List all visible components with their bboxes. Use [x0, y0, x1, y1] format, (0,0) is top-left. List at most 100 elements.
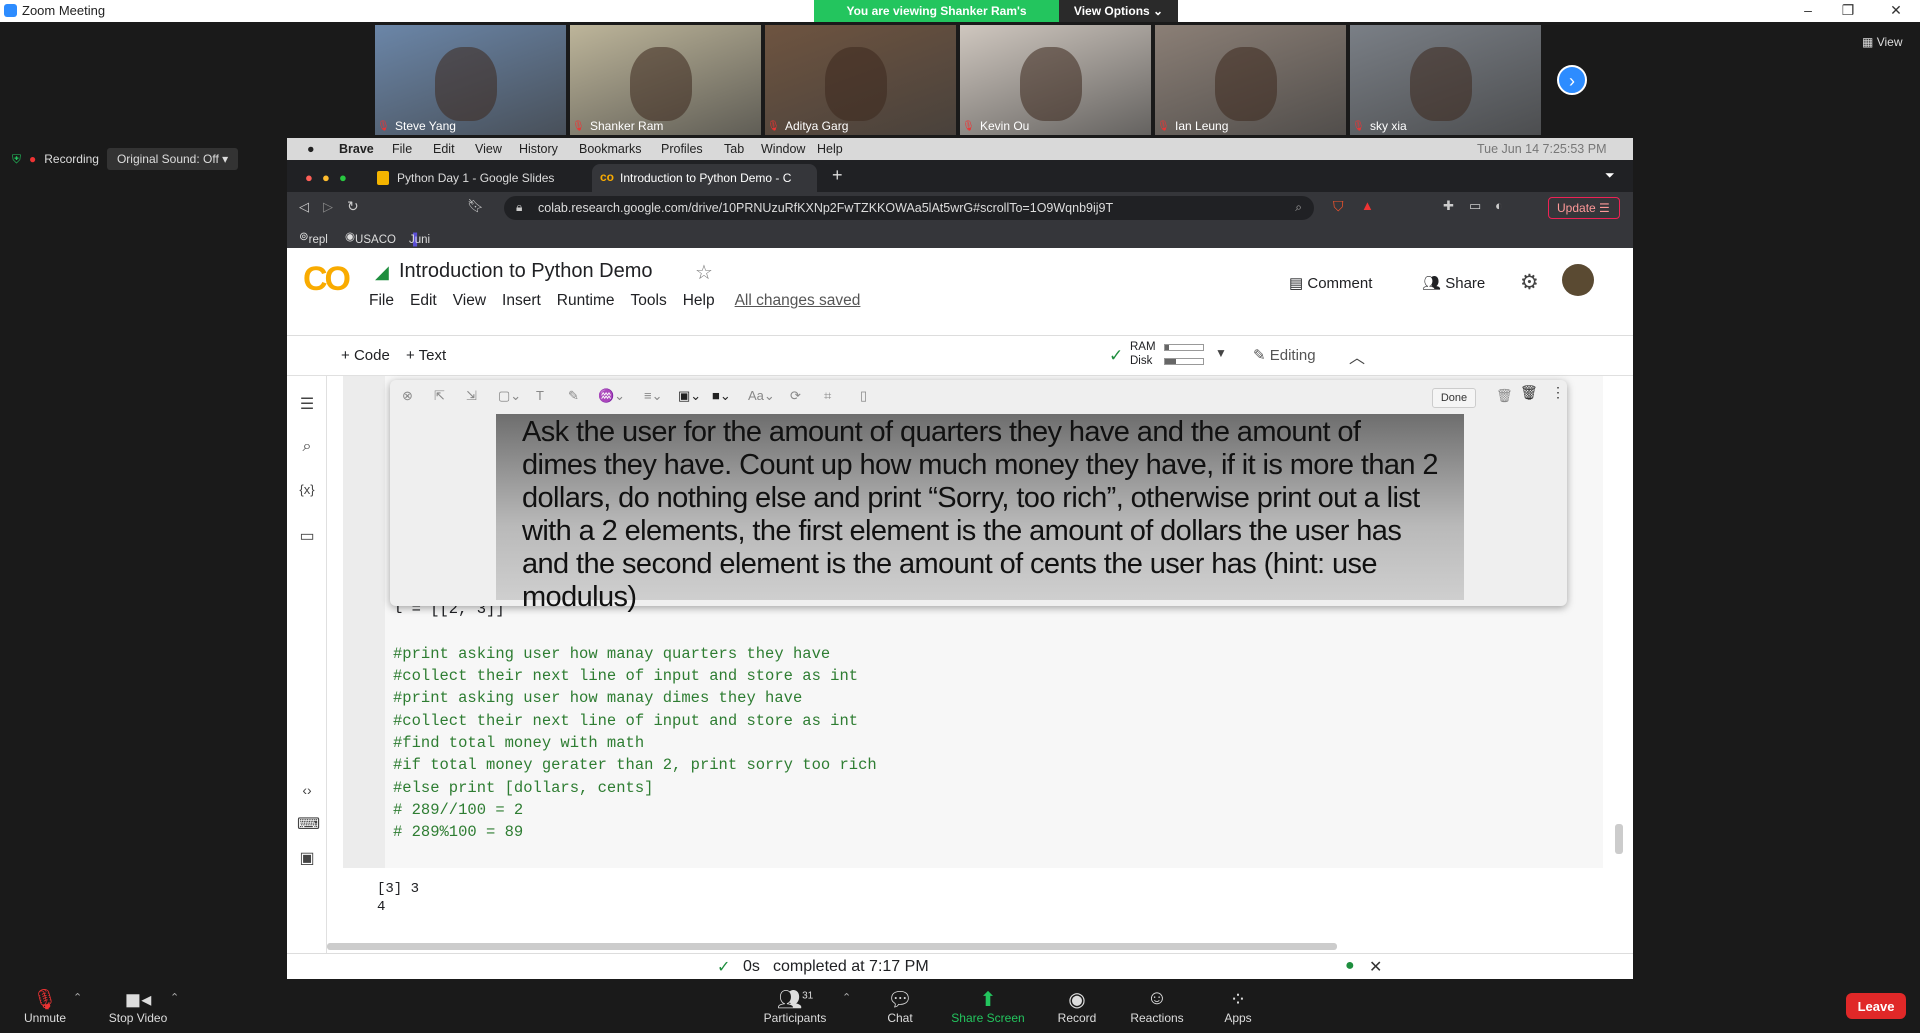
colab-menu-item[interactable]: Tools — [631, 292, 667, 310]
address-bar[interactable]: 🔒︎ colab.research.google.com/drive/10PRN… — [504, 196, 1314, 220]
audio-options-icon[interactable]: ⌃ — [73, 991, 82, 1004]
zoom-lens-icon[interactable]: ⌕ — [1295, 200, 1302, 215]
add-code-button[interactable]: + Code — [341, 347, 390, 364]
record-button[interactable]: ◉ Record — [1055, 987, 1099, 1025]
text-icon[interactable]: T — [536, 388, 544, 403]
horizontal-scrollbar[interactable] — [327, 943, 1337, 950]
crop-icon[interactable]: ⌗ — [824, 388, 831, 404]
video-tile[interactable]: 🎙︎ Aditya Garg — [765, 25, 956, 135]
tab-search-icon[interactable]: ⏷ — [1605, 168, 1615, 183]
terminal-icon[interactable]: ▣ — [297, 848, 317, 868]
comment-button[interactable]: ▤ Comment — [1289, 274, 1372, 292]
stamp-icon[interactable]: ♒⌄ — [598, 388, 625, 404]
draw-icon[interactable]: ✎ — [568, 388, 579, 404]
device-icon[interactable]: ▯ — [860, 388, 867, 404]
command-palette-icon[interactable]: ⌨ — [297, 814, 320, 834]
mac-menu-item[interactable]: Bookmarks — [579, 142, 642, 156]
close-annotation-icon[interactable]: ⊗ — [402, 388, 413, 404]
reactions-button[interactable]: ☺ Reactions — [1128, 987, 1186, 1025]
video-tile[interactable]: 🎙︎ Steve Yang — [375, 25, 566, 135]
wallet-icon[interactable]: ▭ — [1469, 198, 1481, 214]
forward-icon[interactable]: ▷ — [323, 199, 333, 215]
mouse-icon[interactable]: ⇱ — [434, 388, 445, 404]
extensions-icon[interactable]: ✚ — [1443, 198, 1454, 214]
mac-menu-item[interactable]: File — [392, 142, 412, 156]
line-width-icon[interactable]: ≡⌄ — [644, 388, 662, 404]
leave-button[interactable]: Leave — [1846, 993, 1906, 1019]
minimize-window-icon[interactable]: ● — [322, 170, 330, 185]
video-tile[interactable]: 🎙︎ sky xia — [1350, 25, 1541, 135]
close-window-icon[interactable]: ● — [305, 170, 313, 185]
close-icon[interactable]: ✕ — [1886, 2, 1906, 19]
vpn-icon[interactable]: ◐ — [1495, 198, 1503, 213]
mac-menu-item[interactable]: History — [519, 142, 558, 156]
vertical-scrollbar[interactable] — [1615, 824, 1623, 854]
share-screen-button[interactable]: ⬆ Share Screen — [950, 987, 1026, 1025]
trash-icon[interactable]: 🗑︎ — [1496, 388, 1513, 404]
minimize-icon[interactable]: – — [1798, 2, 1818, 18]
update-button[interactable]: Update ☰ — [1548, 197, 1620, 219]
mac-menu-item[interactable]: Window — [761, 142, 805, 156]
shapes-icon[interactable]: ▢⌄ — [498, 388, 521, 404]
bookmark-icon[interactable]: 🔖︎ — [467, 198, 484, 214]
collapse-header-icon[interactable]: ︿ — [1349, 344, 1365, 368]
zoom-window-icon[interactable]: ● — [339, 170, 347, 185]
colab-menu-item[interactable]: View — [453, 292, 486, 310]
tab-colab[interactable]: co Introduction to Python Demo - C — [592, 164, 817, 192]
mac-menu-item[interactable]: Edit — [433, 142, 455, 156]
colab-menu-item[interactable]: File — [369, 292, 394, 310]
folder-icon[interactable]: ▭ — [297, 526, 317, 546]
original-sound-button[interactable]: Original Sound: Off ▾ — [106, 148, 239, 170]
add-text-button[interactable]: + Text — [406, 347, 446, 364]
colab-menu-item[interactable]: Runtime — [557, 292, 615, 310]
search-icon[interactable]: ⌕ — [297, 438, 317, 456]
chat-button[interactable]: 💬︎ Chat — [880, 987, 920, 1025]
rotate-icon[interactable]: ⟳ — [790, 388, 801, 404]
tab-google-slides[interactable]: Python Day 1 - Google Slides — [369, 164, 589, 192]
resources-dropdown-icon[interactable]: ▼ — [1215, 346, 1227, 360]
close-status-icon[interactable]: ✕ — [1369, 957, 1382, 977]
mac-menu-item[interactable]: Tab — [724, 142, 744, 156]
video-tile[interactable]: 🎙︎ Shanker Ram — [570, 25, 761, 135]
colab-menu-item[interactable]: Edit — [410, 292, 437, 310]
settings-gear-icon[interactable]: ⚙ — [1520, 270, 1539, 295]
next-page-arrow-icon[interactable]: › — [1557, 65, 1587, 95]
bookmark-usaco[interactable]: ◉ USACO — [345, 229, 396, 246]
colab-menu-item[interactable]: Insert — [502, 292, 541, 310]
font-icon[interactable]: Aa⌄ — [748, 388, 775, 404]
view-button[interactable]: ▦ View — [1862, 35, 1902, 49]
video-tile[interactable]: 🎙︎ Ian Leung — [1155, 25, 1346, 135]
mac-menu-item[interactable]: Profiles — [661, 142, 703, 156]
share-button[interactable]: 👥︎ Share — [1422, 274, 1485, 292]
done-button[interactable]: Done — [1432, 388, 1476, 408]
apple-icon[interactable]: ● — [307, 142, 315, 156]
brave-shields-icon[interactable]: ⛉ — [1333, 198, 1344, 215]
saved-status-link[interactable]: All changes saved — [735, 292, 861, 310]
unmute-button[interactable]: 🎙︎ Unmute — [20, 987, 70, 1025]
more-options-icon[interactable]: ⋮ — [1551, 384, 1565, 401]
mac-menu-item[interactable]: View — [475, 142, 502, 156]
back-icon[interactable]: ◁ — [299, 199, 309, 215]
fill-color-icon[interactable]: ■⌄ — [712, 388, 731, 404]
mac-menu-item[interactable]: Help — [817, 142, 843, 156]
toc-icon[interactable]: ☰ — [297, 394, 317, 414]
select-icon[interactable]: ⇲ — [466, 388, 477, 404]
code-editor[interactable]: print(names)l = [[2, 3]]#print asking us… — [393, 576, 877, 844]
notebook-title[interactable]: Introduction to Python Demo — [399, 260, 652, 283]
video-tile[interactable]: 🎙︎ Kevin Ou — [960, 25, 1151, 135]
delete-cell-icon[interactable]: 🗑︎ — [1520, 384, 1538, 401]
avatar[interactable] — [1562, 264, 1594, 296]
apps-button[interactable]: ⁘ Apps — [1220, 987, 1256, 1025]
reload-icon[interactable]: ↻ — [347, 198, 359, 215]
stop-video-button[interactable]: ◼◂ Stop Video — [106, 987, 170, 1025]
video-options-icon[interactable]: ⌃ — [170, 991, 179, 1004]
code-snippets-icon[interactable]: ‹› — [297, 782, 317, 798]
border-color-icon[interactable]: ▣⌄ — [678, 388, 701, 404]
participants-button[interactable]: 👥︎31 Participants — [762, 987, 828, 1025]
mac-menu-item[interactable]: Brave — [339, 142, 374, 156]
bookmark-repl[interactable]: ⊚ repl — [299, 229, 328, 246]
new-tab-icon[interactable]: + — [832, 165, 843, 186]
participants-options-icon[interactable]: ⌃ — [842, 991, 851, 1004]
colab-logo-icon[interactable]: CO — [303, 260, 351, 299]
editing-button[interactable]: ✎ Editing — [1253, 346, 1316, 364]
